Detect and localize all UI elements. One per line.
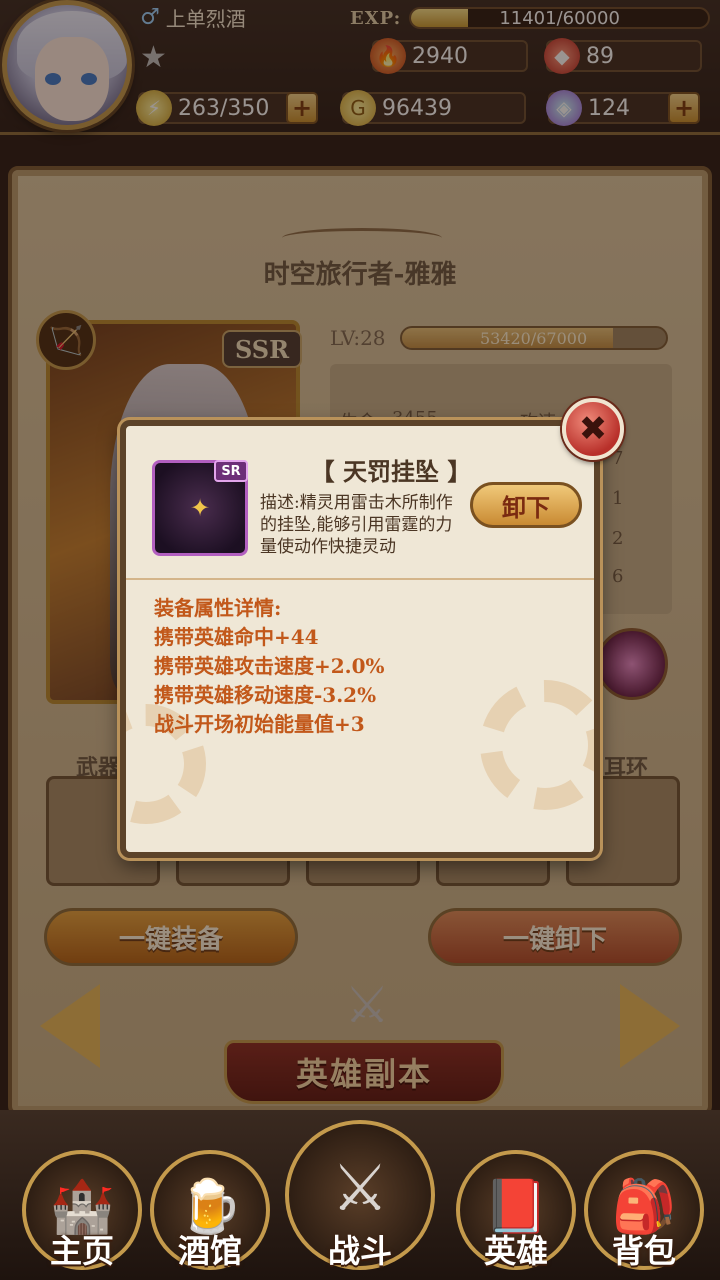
attribute-item: 携带英雄命中+44 — [154, 625, 319, 649]
nav-home[interactable]: 🏰 主页 — [22, 1150, 142, 1270]
nav-tavern[interactable]: 🍺 酒馆 — [150, 1150, 270, 1270]
nav-label-backpack: 背包 — [611, 1232, 676, 1270]
nav-label-hero: 英雄 — [483, 1232, 548, 1270]
item-detail-dialog: ✦ SR 【 天罚挂坠 】 描述:精灵用雷击木所制作的挂坠,能够引用雷霆的力量使… — [120, 420, 600, 858]
item-rarity-badge: SR — [214, 460, 248, 482]
dialog-divider — [126, 578, 594, 580]
nav-label-battle: 战斗 — [327, 1232, 392, 1270]
attribute-item: 战斗开场初始能量值+3 — [154, 712, 365, 736]
pendant-icon: ✦ — [189, 494, 211, 522]
nav-backpack[interactable]: 🎒 背包 — [584, 1150, 704, 1270]
item-name: 【 天罚挂坠 】 — [310, 457, 472, 486]
battle-icon: ⚔ — [331, 1152, 389, 1226]
close-icon[interactable]: ✖ — [562, 398, 624, 460]
nav-label-tavern: 酒馆 — [177, 1232, 242, 1270]
unequip-button[interactable]: 卸下 — [470, 482, 582, 528]
attribute-list: 装备属性详情: 携带英雄命中+44 携带英雄攻击速度+2.0% 携带英雄移动速度… — [154, 594, 574, 739]
item-icon-frame: ✦ SR — [152, 460, 248, 556]
attribute-title: 装备属性详情: — [154, 596, 282, 620]
attribute-item: 携带英雄移动速度-3.2% — [154, 683, 377, 707]
nav-label-home: 主页 — [49, 1232, 114, 1270]
item-description: 描述:精灵用雷击木所制作的挂坠,能够引用雷霆的力量使动作快捷灵动 — [260, 493, 453, 557]
attribute-item: 携带英雄攻击速度+2.0% — [154, 654, 385, 678]
nav-battle[interactable]: ⚔ 战斗 — [285, 1120, 435, 1270]
nav-hero[interactable]: 📕 英雄 — [456, 1150, 576, 1270]
